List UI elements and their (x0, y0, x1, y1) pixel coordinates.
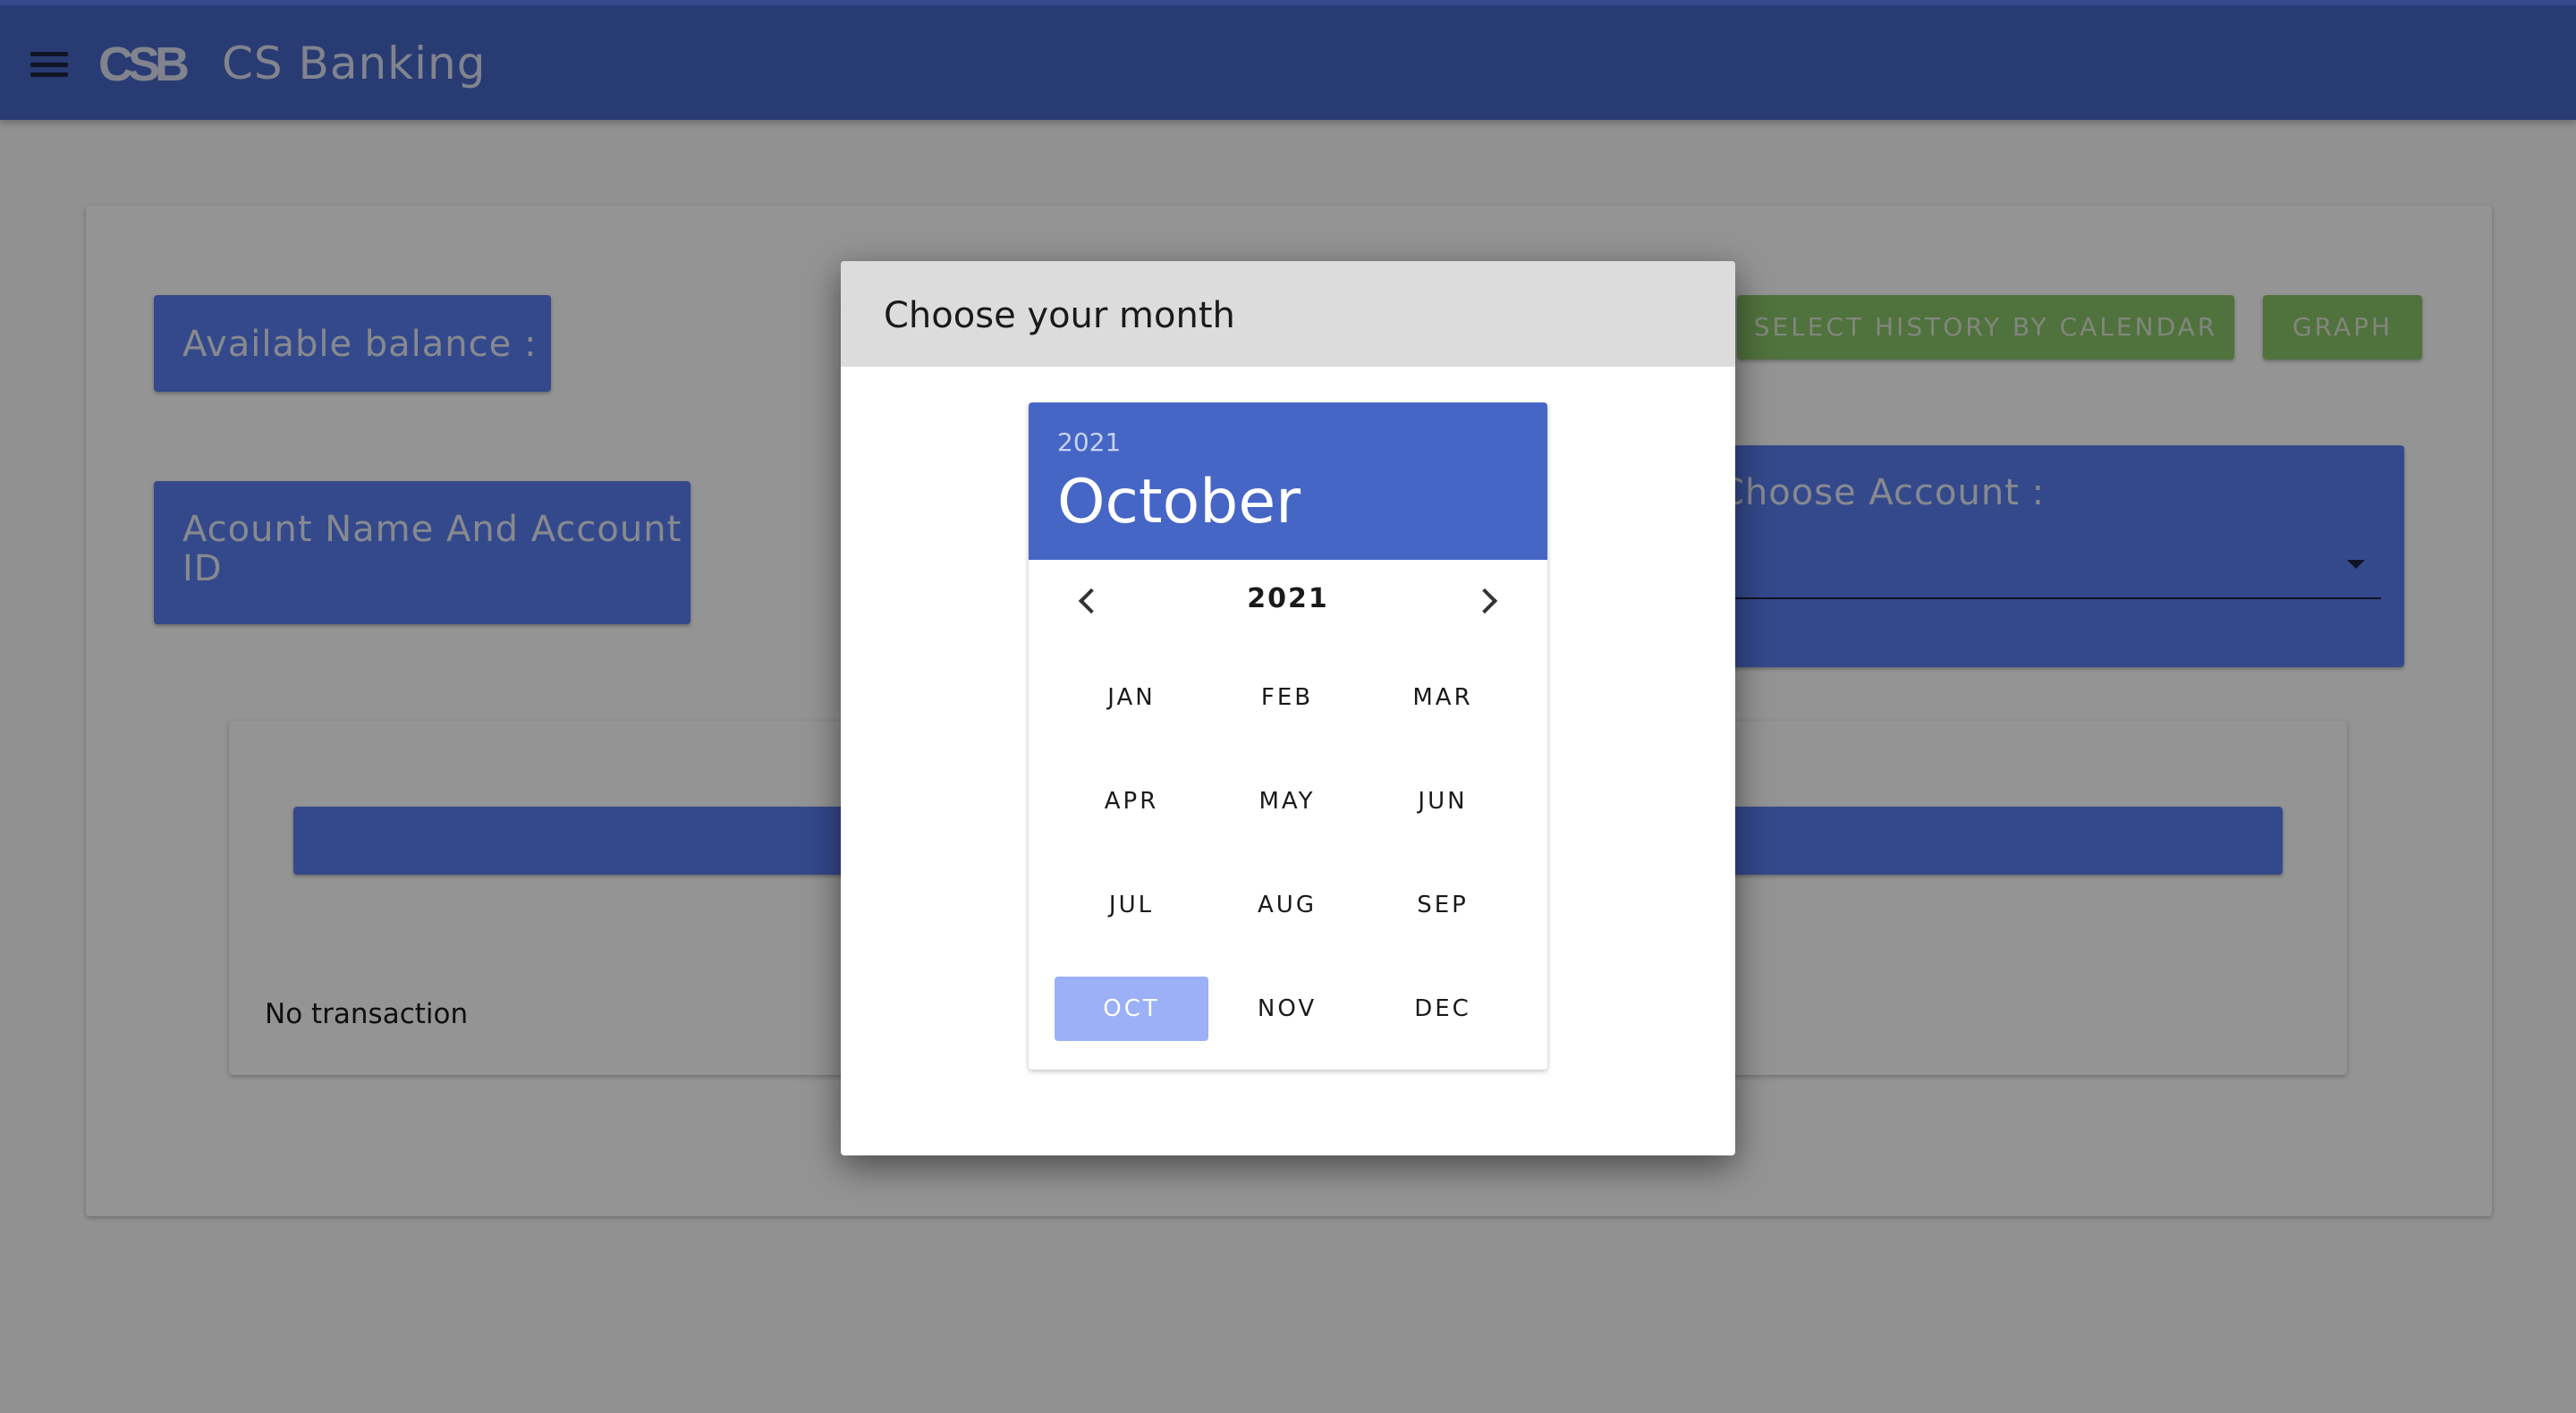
month-button-feb[interactable]: FEB (1210, 665, 1364, 730)
month-button-dec[interactable]: DEC (1366, 977, 1520, 1041)
month-button-apr[interactable]: APR (1055, 769, 1208, 833)
month-grid: JAN FEB MAR APR MAY JUN JUL AUG SEP OCT NOV DEC (1054, 664, 1522, 1070)
picker-header: 2021 October (1029, 402, 1547, 560)
month-button-aug[interactable]: AUG (1210, 873, 1364, 937)
choose-month-dialog: Choose your month 2021 October 2021 JAN F… (841, 261, 1735, 1155)
month-button-oct[interactable]: OCT (1055, 977, 1208, 1041)
month-cell: DEC (1365, 975, 1521, 1070)
month-cell: SEP (1365, 871, 1521, 975)
nav-year-label: 2021 (1247, 583, 1329, 614)
month-cell: JUL (1054, 871, 1209, 975)
month-cell: JAN (1054, 664, 1209, 767)
month-button-jul[interactable]: JUL (1055, 873, 1208, 937)
month-cell: MAY (1209, 767, 1365, 871)
month-cell: APR (1054, 767, 1209, 871)
month-button-jan[interactable]: JAN (1055, 665, 1208, 730)
month-cell: NOV (1209, 975, 1365, 1070)
month-cell: OCT (1054, 975, 1209, 1070)
dialog-title: Choose your month (841, 261, 1735, 367)
month-cell: MAR (1365, 664, 1521, 767)
month-button-mar[interactable]: MAR (1366, 665, 1520, 730)
month-picker: 2021 October 2021 JAN FEB MAR APR MAY JUN JUL A… (1029, 402, 1547, 1070)
picker-selected-year[interactable]: 2021 (1057, 427, 1121, 457)
month-button-sep[interactable]: SEP (1366, 873, 1520, 937)
month-button-jun[interactable]: JUN (1366, 769, 1520, 833)
month-cell: FEB (1209, 664, 1365, 767)
month-cell: AUG (1209, 871, 1365, 975)
month-button-may[interactable]: MAY (1210, 769, 1364, 833)
month-button-nov[interactable]: NOV (1210, 977, 1364, 1041)
picker-selected-month: October (1057, 467, 1301, 537)
year-navigation: 2021 (1029, 560, 1547, 646)
month-cell: JUN (1365, 767, 1521, 871)
